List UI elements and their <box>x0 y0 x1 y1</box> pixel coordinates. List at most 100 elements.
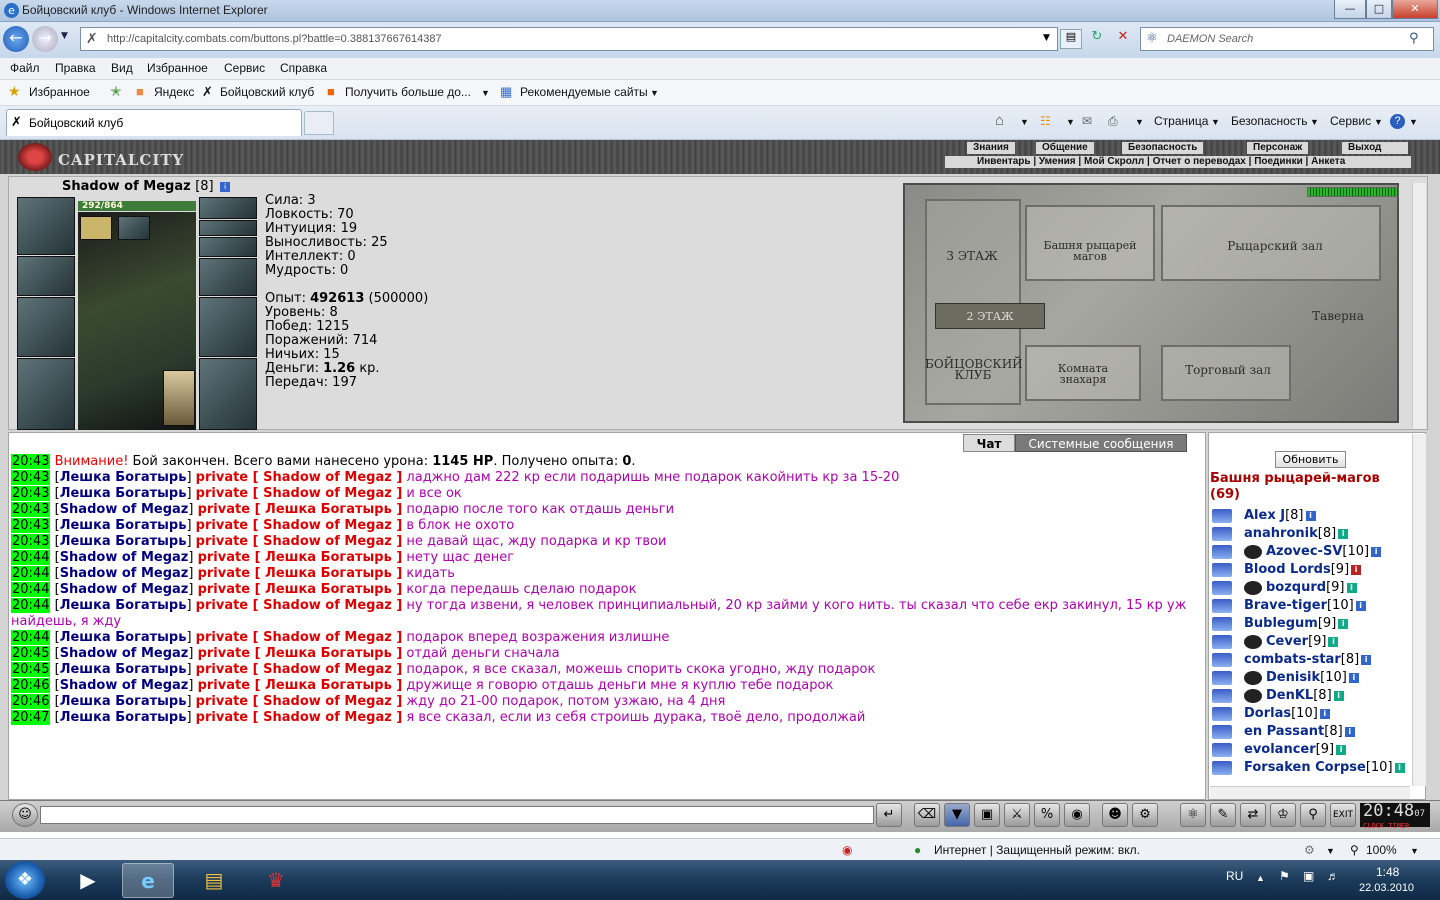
clan-emblem-icon[interactable] <box>1244 635 1262 649</box>
user-list-item[interactable]: evolancer[9] i <box>1244 742 1347 757</box>
user-status-icon[interactable] <box>1212 743 1232 757</box>
buff-icon[interactable] <box>118 216 150 240</box>
private-label[interactable]: private [ Shadow of Megaz ] <box>196 518 403 533</box>
menu-view[interactable]: Вид <box>111 61 133 75</box>
user-name[interactable]: Cever <box>1266 634 1308 649</box>
room-knights-label[interactable]: Рыцарский зал <box>1205 240 1345 252</box>
smiles-icon[interactable]: ☻ <box>1102 803 1128 827</box>
info-icon[interactable]: i <box>1346 582 1357 593</box>
sender-name[interactable]: Shadow of Megaz <box>60 678 189 693</box>
chat-timestamp[interactable]: 20:47 <box>11 710 51 725</box>
zoom-level[interactable]: 100% <box>1366 843 1397 857</box>
chevron-down-icon[interactable]: ▼ <box>1326 846 1335 856</box>
history-dropdown-icon[interactable]: ▼ <box>61 31 68 41</box>
info-icon[interactable]: i <box>1351 564 1362 575</box>
media-player-icon[interactable]: ▶ <box>62 863 114 898</box>
menu-tools[interactable]: Сервис <box>224 61 265 75</box>
sender-name[interactable]: Лешка Богатырь <box>60 486 187 501</box>
security-zone[interactable]: Интернет | Защищенный режим: вкл. <box>934 843 1140 857</box>
close-button[interactable]: ✕ <box>1392 0 1438 19</box>
cmd-tools[interactable]: Сервис <box>1330 114 1371 128</box>
zoom-icon[interactable]: ⚲ <box>1350 843 1359 857</box>
chevron-down-icon[interactable]: ▼ <box>1135 117 1144 127</box>
private-label[interactable]: private [ Shadow of Megaz ] <box>196 662 403 677</box>
forward-button[interactable]: → <box>32 26 58 52</box>
chat-timestamp[interactable]: 20:44 <box>11 550 51 565</box>
submenu-battles[interactable]: Поединки <box>1254 156 1303 167</box>
new-tab-button[interactable] <box>304 111 334 135</box>
tab-combats[interactable]: ✗ Бойцовский клуб <box>6 109 302 136</box>
sender-name[interactable]: Лешка Богатырь <box>60 710 187 725</box>
info-icon[interactable]: i <box>220 181 231 192</box>
refresh-icon[interactable]: ↻ <box>1086 29 1108 49</box>
user-status-icon[interactable] <box>1212 635 1232 649</box>
filter-icon[interactable]: ▼ <box>944 803 970 827</box>
sender-name[interactable]: Shadow of Megaz <box>60 550 189 565</box>
user-list-item[interactable]: Denisik[10] i <box>1266 670 1359 685</box>
user-name[interactable]: Denisik <box>1266 670 1320 685</box>
compat-view-icon[interactable]: ▤ <box>1060 29 1082 49</box>
transfer-icon[interactable]: ⇄ <box>1240 803 1266 827</box>
tab-system-messages[interactable]: Системные сообщения <box>1015 434 1187 452</box>
chat-timestamp[interactable]: 20:44 <box>11 598 51 613</box>
start-button[interactable]: ❖ <box>5 861 45 899</box>
settings-icon[interactable]: ⚙ <box>1132 803 1158 827</box>
chat-timestamp[interactable]: 20:44 <box>11 630 51 645</box>
cmd-page[interactable]: Страница <box>1154 114 1208 128</box>
search-box[interactable]: ⚛ DAEMON Search ⚲ <box>1140 27 1434 51</box>
chevron-down-icon[interactable]: ▼ <box>1211 117 1220 127</box>
chat-timestamp[interactable]: 20:44 <box>11 582 51 597</box>
user-list-item[interactable]: anahronik[8] i <box>1244 526 1349 541</box>
private-label[interactable]: private [ Лешка Богатырь ] <box>198 550 403 565</box>
chat-timestamp[interactable]: 20:43 <box>11 534 51 549</box>
user-status-icon[interactable] <box>1212 563 1232 577</box>
fav-suggested-sites[interactable]: Рекомендуемые сайты <box>520 85 648 99</box>
edit-icon[interactable]: ✎ <box>1210 803 1236 827</box>
stop-icon[interactable]: ✕ <box>1112 29 1134 49</box>
user-name[interactable]: evolancer <box>1244 742 1316 757</box>
popup-blocker-icon[interactable]: ◉ <box>842 843 852 857</box>
user-name[interactable]: bozqurd <box>1266 580 1326 595</box>
info-icon[interactable]: i <box>1328 636 1339 647</box>
fav-get-more[interactable]: Получить больше до... <box>345 85 471 99</box>
submenu-my-scroll[interactable]: Мой Скролл <box>1084 156 1144 167</box>
user-status-icon[interactable] <box>1212 545 1232 559</box>
room-healer-label[interactable]: Комната знахаря <box>1029 363 1137 385</box>
tray-date[interactable]: 22.03.2010 <box>1359 882 1414 894</box>
chevron-down-icon[interactable]: ▼ <box>1020 117 1029 127</box>
address-url[interactable]: http://capitalcity.combats.com/buttons.p… <box>107 33 442 45</box>
info-icon[interactable]: i <box>1336 744 1347 755</box>
clear-icon[interactable]: ⌫ <box>914 803 940 827</box>
game-menu-communication[interactable]: Общение <box>1036 142 1094 154</box>
private-label[interactable]: private [ Лешка Богатырь ] <box>198 678 403 693</box>
back-button[interactable]: ← <box>3 26 29 52</box>
add-favorite-icon[interactable]: ✭ <box>110 83 122 100</box>
user-name[interactable]: Blood Lords <box>1244 562 1331 577</box>
info-icon[interactable]: i <box>1361 654 1372 665</box>
favorites-button[interactable]: Избранное <box>29 85 90 99</box>
send-icon[interactable]: ↵ <box>876 803 902 827</box>
user-name[interactable]: Azovec-SV <box>1266 544 1342 559</box>
game-menu-exit[interactable]: Выход <box>1342 142 1408 154</box>
info-icon[interactable]: i <box>1348 672 1359 683</box>
info-icon[interactable]: i <box>1333 690 1344 701</box>
user-list-item[interactable]: Bublegum[9] i <box>1244 616 1349 631</box>
user-status-icon[interactable] <box>1212 689 1232 703</box>
fight-icon[interactable]: ⚔ <box>1004 803 1030 827</box>
clan-emblem-icon[interactable] <box>1244 545 1262 559</box>
room-tower-label[interactable]: Башня рыцарей магов <box>1029 240 1151 262</box>
user-list-item[interactable]: Forsaken Corpse[10] i <box>1244 760 1405 775</box>
user-status-icon[interactable] <box>1212 671 1232 685</box>
language-indicator[interactable]: RU <box>1226 869 1243 883</box>
clan-emblem-icon[interactable] <box>1244 581 1262 595</box>
percent-icon[interactable]: % <box>1034 803 1060 827</box>
chat-timestamp[interactable]: 20:44 <box>11 566 51 581</box>
user-status-icon[interactable] <box>1212 617 1232 631</box>
user-list-item[interactable]: en Passant[8] i <box>1244 724 1355 739</box>
menu-favorites[interactable]: Избранное <box>147 61 208 75</box>
tab-title[interactable]: Бойцовский клуб <box>29 116 123 130</box>
chat-timestamp[interactable]: 20:45 <box>11 662 51 677</box>
sender-name[interactable]: Лешка Богатырь <box>60 534 187 549</box>
clan-emblem-icon[interactable] <box>1244 689 1262 703</box>
info-icon[interactable]: i <box>1305 510 1316 521</box>
